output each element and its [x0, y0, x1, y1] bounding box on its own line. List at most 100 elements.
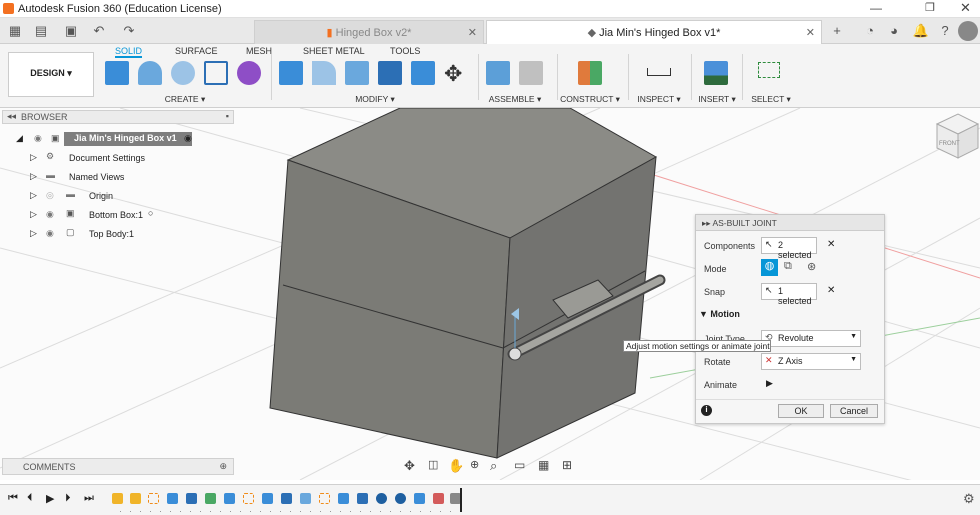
- select-icon[interactable]: [758, 62, 780, 78]
- close-tab-icon[interactable]: ✕: [806, 26, 815, 39]
- shell-icon[interactable]: [378, 61, 402, 85]
- step-forward-icon[interactable]: ⏵: [65, 492, 71, 505]
- visibility-eye-icon[interactable]: ◉: [34, 133, 42, 144]
- save-icon[interactable]: ▣: [62, 23, 80, 39]
- combine-icon[interactable]: [411, 61, 435, 85]
- play-icon[interactable]: ▶: [766, 378, 773, 389]
- expand-arrow-icon[interactable]: ▷: [30, 190, 37, 201]
- timeline-feature-icon[interactable]: [205, 493, 216, 504]
- expand-arrow-icon[interactable]: ▷: [30, 152, 37, 163]
- group-modify[interactable]: MODIFY ▾: [350, 94, 400, 105]
- insert-image-icon[interactable]: [704, 61, 728, 85]
- revolve-icon[interactable]: [171, 61, 195, 85]
- avatar[interactable]: [958, 21, 978, 41]
- display-settings-icon[interactable]: ▭: [514, 458, 525, 472]
- joint-icon[interactable]: [519, 61, 543, 85]
- fillet-icon[interactable]: [312, 61, 336, 85]
- collapse-dialog-icon[interactable]: ▸▸: [702, 218, 712, 228]
- activate-radio-icon[interactable]: ○: [148, 208, 153, 218]
- timeline-feature-icon[interactable]: [300, 493, 311, 504]
- mode-simple-icon[interactable]: ◍: [761, 259, 778, 276]
- go-to-start-icon[interactable]: ⏮: [8, 492, 18, 505]
- play-icon[interactable]: ▶: [46, 492, 54, 505]
- timeline-feature-icon[interactable]: [130, 493, 141, 504]
- browser-item-origin[interactable]: ▷ ◎ ▬ Origin: [14, 188, 214, 205]
- tab-surface[interactable]: SURFACE: [175, 46, 218, 56]
- timeline-feature-icon[interactable]: [112, 493, 123, 504]
- mode-between-icon[interactable]: ⧉: [784, 260, 792, 273]
- browser-header[interactable]: ◂◂ BROWSER ▪: [2, 110, 234, 124]
- timeline-feature-icon[interactable]: [414, 493, 425, 504]
- job-status-icon[interactable]: ◕: [885, 23, 903, 38]
- joint-origin-marker[interactable]: [508, 347, 522, 361]
- viewports-icon[interactable]: ⊞: [562, 458, 572, 472]
- orbit-icon[interactable]: ✥: [404, 458, 415, 474]
- group-assemble[interactable]: ASSEMBLE ▾: [487, 94, 543, 105]
- tab-tools[interactable]: TOOLS: [390, 46, 420, 56]
- expand-arrow-icon[interactable]: ▷: [30, 209, 37, 220]
- timeline-feature-icon[interactable]: [186, 493, 197, 504]
- browser-item-bottom-box[interactable]: ▷ ◉ ▣ Bottom Box:1 ○: [14, 207, 214, 224]
- go-to-end-icon[interactable]: ⏭: [84, 492, 94, 505]
- snap-selector[interactable]: ↖ 1 selected: [761, 283, 817, 306]
- motion-section-header[interactable]: ▼ Motion: [699, 309, 740, 319]
- data-panel-icon[interactable]: ▦: [6, 23, 24, 39]
- group-create[interactable]: CREATE ▾: [160, 94, 210, 105]
- visibility-eye-icon[interactable]: ◉: [46, 228, 54, 239]
- add-comment-icon[interactable]: ⊕: [219, 461, 227, 472]
- browser-item-document-settings[interactable]: ▷ ⚙ Document Settings: [14, 150, 214, 167]
- group-construct[interactable]: CONSTRUCT ▾: [560, 94, 620, 105]
- browser-pin-icon[interactable]: ▪: [226, 111, 229, 121]
- timeline-feature-icon[interactable]: [167, 493, 178, 504]
- comments-header[interactable]: COMMENTS ⊕: [2, 458, 234, 475]
- collapse-arrow-icon[interactable]: ▼: [699, 309, 710, 319]
- expand-arrow-icon[interactable]: ▷: [30, 228, 37, 239]
- notifications-icon[interactable]: 🔔: [912, 23, 930, 39]
- file-menu-icon[interactable]: ▤: [32, 23, 50, 39]
- workspace-switcher[interactable]: DESIGN ▾: [8, 52, 94, 97]
- step-back-icon[interactable]: ⏴: [27, 492, 33, 505]
- sketch-icon[interactable]: [204, 61, 228, 85]
- visibility-eye-icon[interactable]: ◉: [46, 209, 54, 220]
- press-pull-icon[interactable]: [279, 61, 303, 85]
- rotate-dropdown[interactable]: ✕ Z Axis ▼: [761, 353, 861, 370]
- mode-two-faces-icon[interactable]: ⊛: [807, 260, 816, 273]
- timeline-feature-icon[interactable]: [395, 493, 406, 504]
- timeline-feature-icon[interactable]: [224, 493, 235, 504]
- tab-sheet-metal[interactable]: SHEET METAL: [303, 46, 365, 56]
- root-component-label[interactable]: Jia Min's Hinged Box v1: [64, 132, 192, 146]
- timeline-marker[interactable]: [460, 488, 462, 512]
- expand-arrow-icon[interactable]: ▷: [30, 171, 37, 182]
- clear-components-icon[interactable]: ✕: [827, 239, 835, 250]
- joint-type-dropdown[interactable]: ⟲ Revolute ▼: [761, 330, 861, 347]
- browser-item-top-body[interactable]: ▷ ◉ ▢ Top Body:1: [14, 226, 214, 243]
- measure-icon[interactable]: [647, 68, 671, 76]
- doc-tab-1[interactable]: ▮ Hinged Box v2* ✕: [254, 20, 484, 44]
- ok-button[interactable]: OK: [778, 404, 824, 418]
- new-tab-icon[interactable]: +: [828, 23, 846, 38]
- timeline-feature-icon[interactable]: [433, 493, 444, 504]
- components-selector[interactable]: ↖ 2 selected: [761, 237, 817, 260]
- redo-icon[interactable]: ↷: [120, 23, 138, 39]
- help-icon[interactable]: ?: [936, 23, 954, 38]
- clear-snap-icon[interactable]: ✕: [827, 285, 835, 296]
- restore-icon[interactable]: ❐: [925, 1, 935, 14]
- new-assembly-icon[interactable]: [486, 61, 510, 85]
- timeline-feature-icon[interactable]: [357, 493, 368, 504]
- close-tab-icon[interactable]: ✕: [468, 26, 477, 39]
- browser-root[interactable]: ◢ ◉ ▣ Jia Min's Hinged Box v1 ◉: [14, 131, 214, 148]
- browser-item-named-views[interactable]: ▷ ▬ Named Views: [14, 169, 214, 186]
- zoom-window-icon[interactable]: ⌕: [490, 458, 497, 474]
- hidden-eye-icon[interactable]: ◎: [46, 190, 54, 201]
- look-at-icon[interactable]: ◫: [428, 458, 438, 471]
- tab-solid[interactable]: SOLID: [115, 46, 143, 58]
- dialog-header[interactable]: ▸▸ AS-BUILT JOINT: [696, 215, 884, 231]
- extensions-icon[interactable]: ◔: [861, 23, 879, 38]
- chamfer-icon[interactable]: [345, 61, 369, 85]
- grid-settings-icon[interactable]: ▦: [538, 458, 549, 472]
- zoom-icon[interactable]: ⊕: [470, 458, 479, 471]
- move-icon[interactable]: ✥: [444, 61, 462, 87]
- cancel-button[interactable]: Cancel: [830, 404, 878, 418]
- expand-arrow-icon[interactable]: ◢: [16, 133, 23, 144]
- info-icon[interactable]: i: [701, 405, 712, 416]
